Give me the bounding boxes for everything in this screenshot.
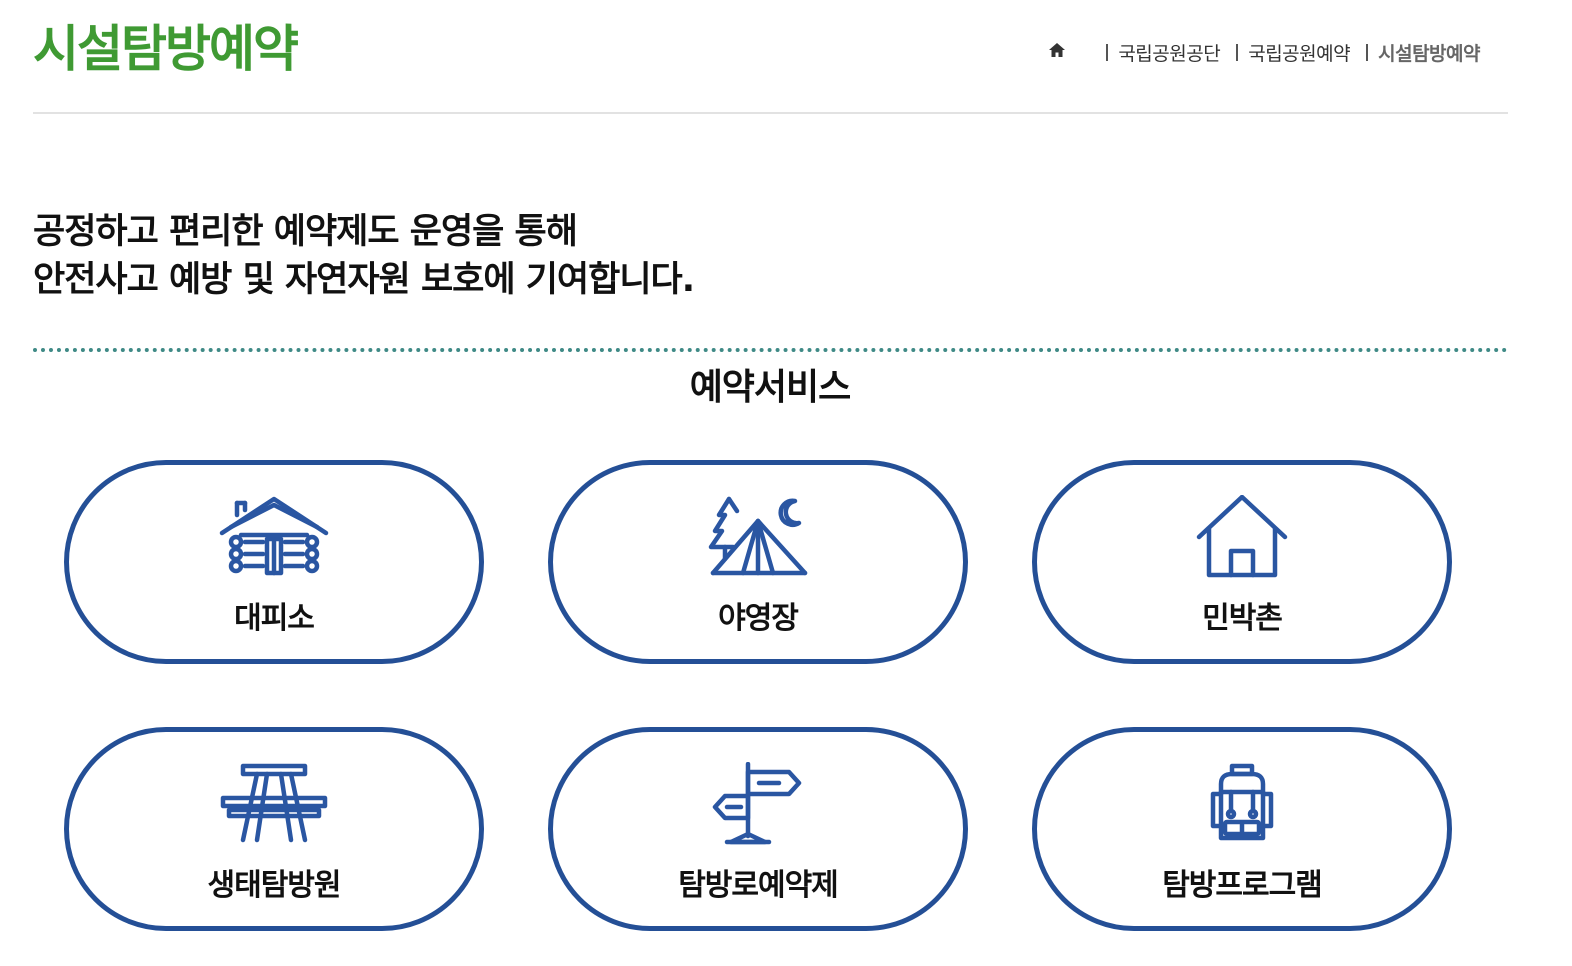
- intro-text: 공정하고 편리한 예약제도 운영을 통해 안전사고 예방 및 자연자원 보호에 …: [33, 208, 695, 304]
- service-card-eco-center[interactable]: 생태탐방원: [64, 727, 484, 931]
- breadcrumb-item-current[interactable]: 시설탐방예약: [1366, 39, 1480, 66]
- service-card-label: 탐방로예약제: [678, 868, 839, 903]
- breadcrumb: 국립공원공단 국립공원예약 시설탐방예약: [1048, 36, 1480, 68]
- log-cabin-icon: [219, 495, 329, 579]
- page-title: 시설탐방예약: [33, 20, 299, 78]
- intro-line-1: 공정하고 편리한 예약제도 운영을 통해: [33, 212, 578, 252]
- house-icon: [1187, 495, 1297, 579]
- services-section-title: 예약서비스: [689, 367, 852, 408]
- breadcrumb-label: 시설탐방예약: [1378, 42, 1480, 65]
- picnic-table-icon: [219, 762, 329, 846]
- breadcrumb-label: 국립공원공단: [1118, 42, 1221, 65]
- breadcrumb-item-knps[interactable]: 국립공원공단: [1106, 39, 1221, 66]
- header-divider: [33, 112, 1508, 114]
- breadcrumb-separator: [1106, 43, 1109, 61]
- service-card-trail-program[interactable]: 탐방프로그램: [1032, 727, 1452, 931]
- intro-line-2: 안전사고 예방 및 자연자원 보호에 기여합니다.: [33, 260, 695, 300]
- backpack-icon: [1187, 762, 1297, 846]
- service-card-label: 민박촌: [1202, 601, 1283, 636]
- breadcrumb-label: 국립공원예약: [1248, 42, 1351, 65]
- dotted-divider: [33, 348, 1508, 352]
- service-card-trail-reservation[interactable]: 탐방로예약제: [548, 727, 968, 931]
- breadcrumb-separator: [1366, 43, 1369, 61]
- service-card-campground[interactable]: 야영장: [548, 460, 968, 664]
- signpost-icon: [703, 762, 813, 846]
- tent-camping-icon: [703, 495, 813, 579]
- service-card-lodging-village[interactable]: 민박촌: [1032, 460, 1452, 664]
- service-card-label: 생태탐방원: [207, 868, 342, 903]
- service-card-label: 탐방프로그램: [1162, 868, 1323, 903]
- service-card-label: 대피소: [234, 601, 315, 636]
- breadcrumb-item-reservation[interactable]: 국립공원예약: [1236, 39, 1351, 66]
- breadcrumb-home-link[interactable]: [1048, 41, 1066, 63]
- breadcrumb-separator: [1236, 43, 1239, 61]
- service-card-label: 야영장: [718, 601, 799, 636]
- home-icon: [1048, 41, 1066, 63]
- service-card-shelter[interactable]: 대피소: [64, 460, 484, 664]
